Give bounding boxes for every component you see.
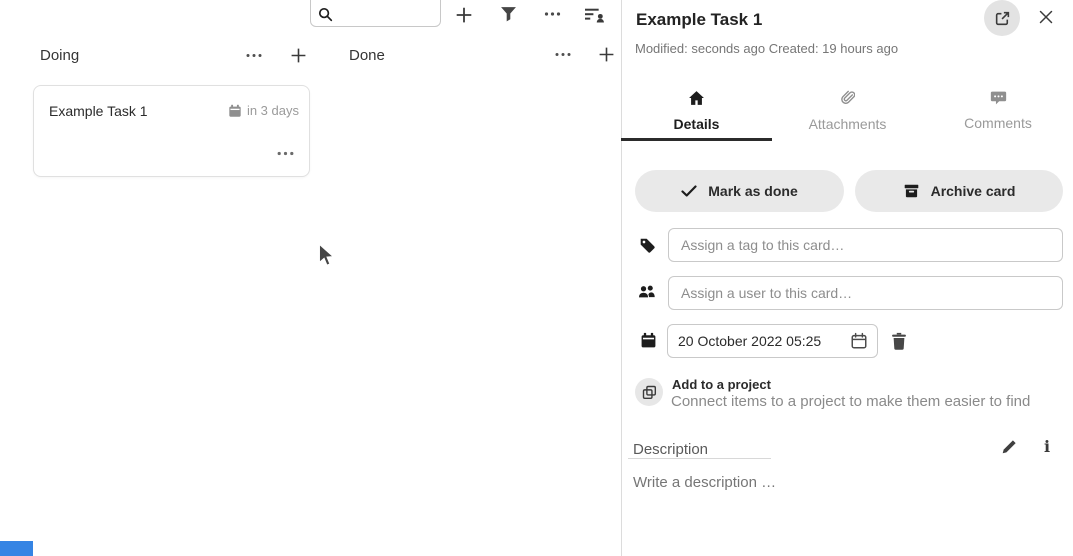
description-label: Description <box>633 441 708 458</box>
search-icon <box>318 7 333 22</box>
ellipsis-icon <box>555 52 571 57</box>
paperclip-icon <box>840 90 855 107</box>
external-link-icon <box>994 10 1011 27</box>
description-separator <box>628 458 771 459</box>
tab-comments-label: Comments <box>964 115 1032 131</box>
mouse-cursor <box>318 243 336 274</box>
tag-icon <box>639 237 656 259</box>
add-card-toolbar-button[interactable] <box>454 5 474 24</box>
column-done-menu-button[interactable] <box>554 50 572 58</box>
archive-icon <box>903 183 920 199</box>
task-card-title: Example Task 1 <box>49 103 148 119</box>
close-panel-button[interactable] <box>1037 8 1055 26</box>
calendar-outline-icon <box>850 332 868 350</box>
users-icon <box>637 283 657 305</box>
plus-icon <box>455 6 473 24</box>
column-title-doing: Doing <box>40 47 79 64</box>
archive-card-label: Archive card <box>931 183 1016 199</box>
column-doing-add-button[interactable] <box>289 46 307 64</box>
tab-details[interactable]: Details <box>621 85 772 138</box>
mark-as-done-label: Mark as done <box>708 183 797 199</box>
bottom-left-accent <box>0 541 33 556</box>
panel-meta: Modified: seconds ago Created: 19 hours … <box>635 41 898 56</box>
assign-tag-input[interactable] <box>668 228 1063 262</box>
tab-details-label: Details <box>674 116 720 132</box>
remove-date-button[interactable] <box>889 331 909 351</box>
mark-as-done-button[interactable]: Mark as done <box>635 170 844 212</box>
panel-title: Example Task 1 <box>636 10 762 30</box>
comment-icon <box>990 90 1007 106</box>
add-to-project-title: Add to a project <box>672 377 771 392</box>
archive-card-button[interactable]: Archive card <box>855 170 1063 212</box>
app-window: Doing Done Example Task 1 in 3 days Exam… <box>0 0 1073 556</box>
description-placeholder[interactable]: Write a description … <box>633 474 776 491</box>
filter-button[interactable] <box>499 5 518 23</box>
ellipsis-icon <box>246 53 262 58</box>
tab-attachments-label: Attachments <box>809 116 887 132</box>
close-icon <box>1038 9 1054 25</box>
calendar-icon <box>640 332 657 354</box>
description-info-button[interactable]: i <box>1040 435 1054 457</box>
panel-divider <box>621 0 622 556</box>
ellipsis-icon <box>544 11 561 17</box>
add-to-project-subtitle: Connect items to a project to make them … <box>671 393 1030 410</box>
active-tab-indicator <box>621 138 772 141</box>
task-card-due: in 3 days <box>228 103 299 118</box>
ellipsis-icon <box>277 151 294 156</box>
search-box[interactable] <box>310 0 441 27</box>
due-date-value: 20 October 2022 05:25 <box>678 333 821 349</box>
calendar-icon <box>228 104 242 118</box>
due-label: in 3 days <box>247 103 299 118</box>
tab-attachments[interactable]: Attachments <box>772 85 923 138</box>
sort-tasks-button[interactable] <box>584 4 607 25</box>
search-input[interactable] <box>338 7 428 22</box>
open-in-window-button[interactable] <box>984 0 1020 36</box>
home-icon <box>688 90 705 107</box>
column-done-add-button[interactable] <box>597 45 615 63</box>
plus-icon <box>598 46 615 63</box>
task-card[interactable]: Example Task 1 in 3 days <box>33 85 310 177</box>
column-doing-menu-button[interactable] <box>245 51 263 59</box>
card-menu-button[interactable] <box>276 149 294 157</box>
pencil-icon <box>1001 438 1018 455</box>
sort-person-icon <box>585 6 606 24</box>
assign-user-input[interactable] <box>668 276 1063 310</box>
edit-description-button[interactable] <box>1000 437 1019 456</box>
due-date-field[interactable]: 20 October 2022 05:25 <box>667 324 878 358</box>
check-icon <box>681 184 697 198</box>
board-menu-button[interactable] <box>543 10 561 17</box>
tab-comments[interactable]: Comments <box>923 85 1073 138</box>
plus-icon <box>290 47 307 64</box>
date-picker-button[interactable] <box>849 331 869 351</box>
info-icon: i <box>1044 437 1050 456</box>
funnel-icon <box>500 6 517 22</box>
column-title-done: Done <box>349 47 385 64</box>
trash-icon <box>890 332 908 351</box>
